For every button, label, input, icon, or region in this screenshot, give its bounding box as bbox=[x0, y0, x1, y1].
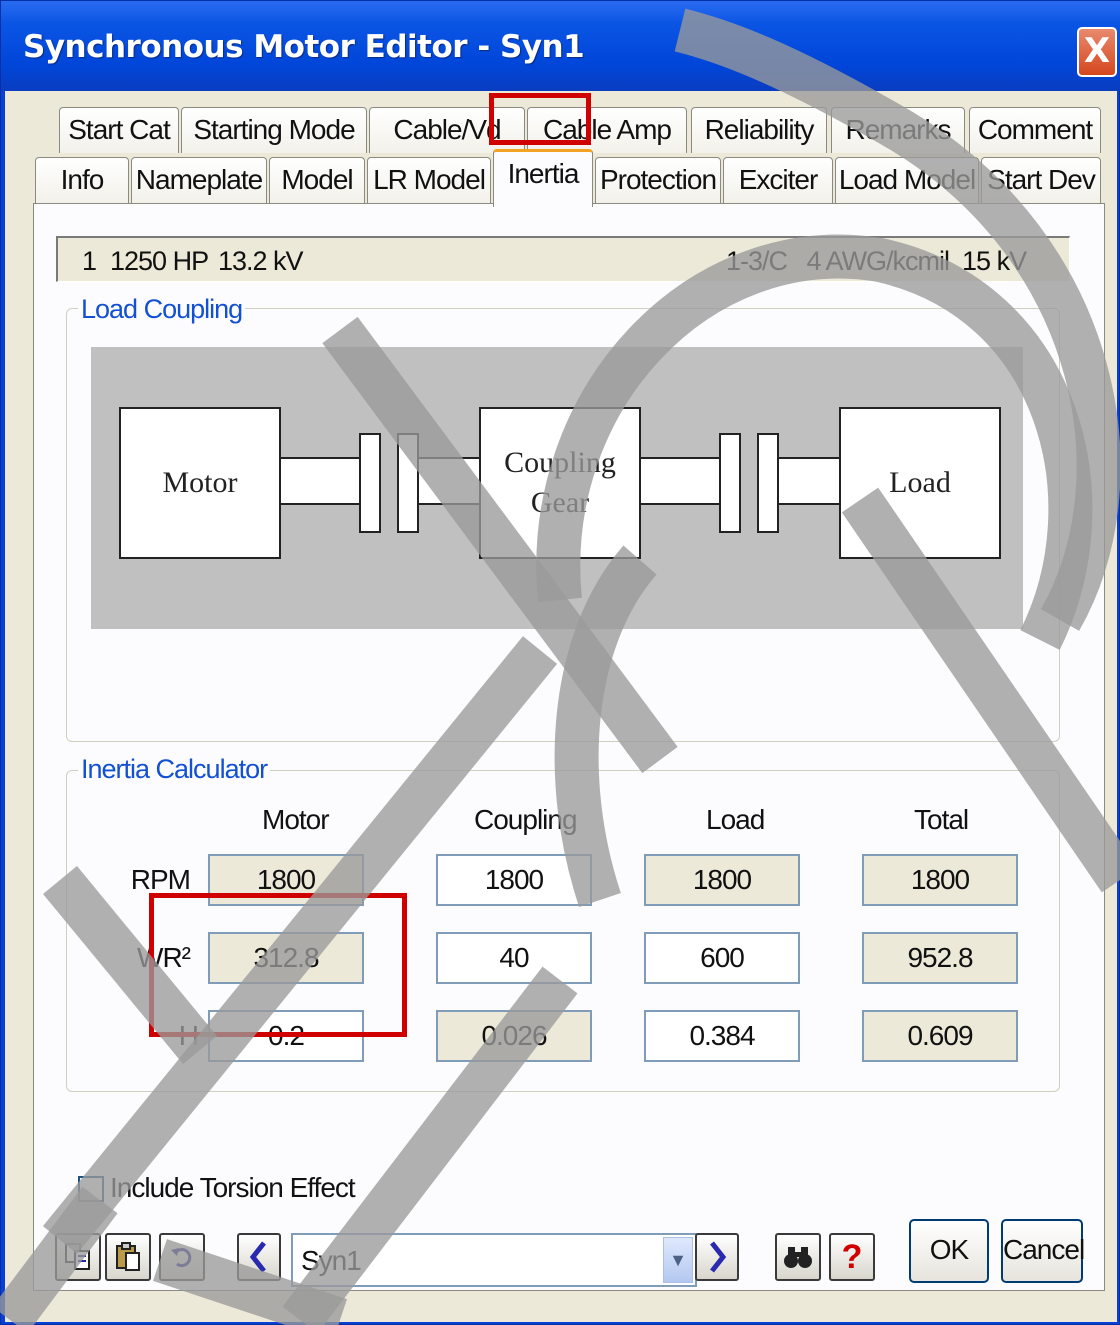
coupling-wr2-field[interactable]: 40 bbox=[436, 932, 592, 984]
previous-icon[interactable] bbox=[237, 1233, 281, 1281]
info-voltage: 13.2 kV bbox=[218, 246, 304, 276]
chevron-down-icon[interactable]: ▼ bbox=[663, 1237, 693, 1283]
col-header-load: Load bbox=[706, 804, 765, 835]
info-rating: 1250 HP bbox=[110, 246, 209, 276]
info-cable: 1-3/C 4 AWG/kcmil 15 kV bbox=[726, 246, 1027, 276]
highlight-box-h bbox=[149, 893, 407, 1037]
torsion-label[interactable]: Include Torsion Effect bbox=[110, 1172, 356, 1204]
coupling-h-field: 0.026 bbox=[436, 1010, 592, 1062]
tab-load-model[interactable]: Load Model bbox=[835, 157, 979, 203]
undo-icon[interactable] bbox=[159, 1233, 205, 1281]
dialog-window: Synchronous Motor Editor - Syn1 X Start … bbox=[0, 0, 1120, 1325]
shaft-motor-left bbox=[279, 457, 363, 505]
info-bar: 1 1250 HP 13.2 kV 1-3/C 4 AWG/kcmil 15 k… bbox=[56, 236, 1070, 282]
info-id: 1 bbox=[82, 246, 97, 276]
motor-block: Motor bbox=[119, 407, 281, 559]
total-h-field: 0.609 bbox=[862, 1010, 1018, 1062]
torsion-checkbox[interactable] bbox=[78, 1176, 104, 1202]
cancel-button[interactable]: Cancel bbox=[1001, 1219, 1085, 1283]
tab-info[interactable]: Info bbox=[35, 157, 129, 203]
shaft-coupling-right bbox=[637, 457, 721, 505]
tab-reliability[interactable]: Reliability bbox=[691, 107, 827, 153]
total-wr2-field: 952.8 bbox=[862, 932, 1018, 984]
tab-lr-model[interactable]: LR Model bbox=[367, 157, 491, 203]
coupling-rpm-field[interactable]: 1800 bbox=[436, 854, 592, 906]
next-icon[interactable] bbox=[695, 1233, 739, 1281]
tab-model[interactable]: Model bbox=[269, 157, 365, 203]
tab-start-cat[interactable]: Start Cat bbox=[59, 107, 179, 153]
tab-inertia[interactable]: Inertia bbox=[493, 149, 593, 207]
binoculars-icon[interactable] bbox=[775, 1233, 821, 1281]
highlight-box-tab bbox=[489, 93, 591, 145]
col-header-motor: Motor bbox=[262, 804, 330, 835]
flange-2 bbox=[397, 433, 419, 533]
load-block: Load bbox=[839, 407, 1001, 559]
tab-start-dev[interactable]: Start Dev bbox=[981, 157, 1101, 203]
load-coupling-label: Load Coupling bbox=[78, 294, 246, 325]
tab-remarks[interactable]: Remarks bbox=[831, 107, 965, 153]
coupling-gear-block: Coupling Gear bbox=[479, 407, 641, 559]
total-rpm-field: 1800 bbox=[862, 854, 1018, 906]
shaft-load bbox=[777, 457, 841, 505]
close-button[interactable]: X bbox=[1077, 27, 1117, 77]
copy-icon[interactable] bbox=[55, 1233, 101, 1281]
tab-protection[interactable]: Protection bbox=[595, 157, 721, 203]
load-rpm-field: 1800 bbox=[644, 854, 800, 906]
col-header-total: Total bbox=[914, 804, 969, 835]
flange-4 bbox=[757, 433, 779, 533]
load-coupling-diagram: Motor Coupling Gear Load bbox=[91, 347, 1023, 629]
element-combo-value: Syn1 bbox=[301, 1245, 362, 1276]
paste-icon[interactable] bbox=[105, 1233, 151, 1281]
load-wr2-field[interactable]: 600 bbox=[644, 932, 800, 984]
load-h-field[interactable]: 0.384 bbox=[644, 1010, 800, 1062]
tab-exciter[interactable]: Exciter bbox=[723, 157, 833, 203]
tab-comment[interactable]: Comment bbox=[969, 107, 1101, 153]
element-combo[interactable]: Syn1 ▼ bbox=[291, 1233, 697, 1287]
tab-starting-mode[interactable]: Starting Mode bbox=[181, 107, 367, 153]
dialog-body: Start Cat Starting Mode Cable/Vd Cable A… bbox=[5, 91, 1117, 1322]
row-label-rpm: RPM bbox=[130, 864, 191, 895]
window-title: Synchronous Motor Editor - Syn1 bbox=[23, 29, 585, 65]
shaft-coupling-left bbox=[417, 457, 481, 505]
flange-1 bbox=[359, 433, 381, 533]
ok-button[interactable]: OK bbox=[909, 1219, 989, 1283]
col-header-coupling: Coupling bbox=[474, 804, 578, 835]
title-bar[interactable]: Synchronous Motor Editor - Syn1 X bbox=[1, 1, 1120, 91]
tab-nameplate[interactable]: Nameplate bbox=[131, 157, 267, 203]
help-icon[interactable]: ? bbox=[829, 1233, 875, 1281]
flange-3 bbox=[719, 433, 741, 533]
inertia-calculator-label: Inertia Calculator bbox=[78, 754, 271, 785]
